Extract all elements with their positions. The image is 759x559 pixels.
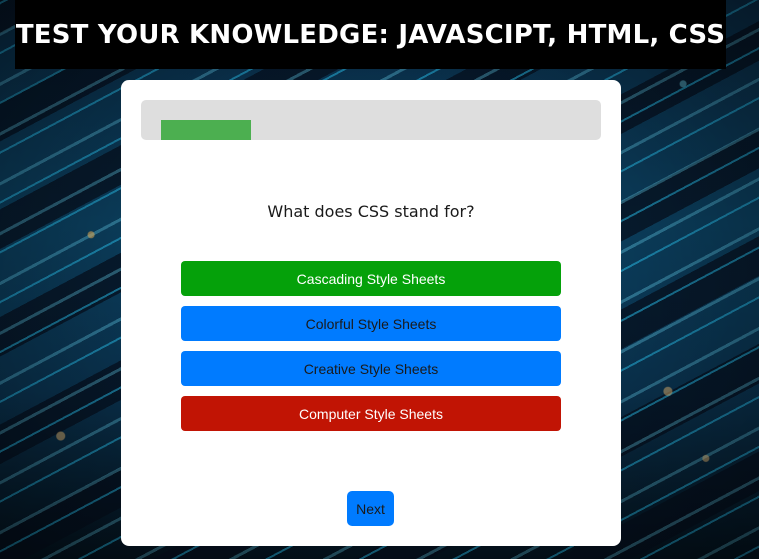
answer-button-3[interactable]: Creative Style Sheets bbox=[181, 351, 561, 386]
answer-button-2[interactable]: Colorful Style Sheets bbox=[181, 306, 561, 341]
question-text: What does CSS stand for? bbox=[267, 202, 475, 221]
answer-button-4[interactable]: Computer Style Sheets bbox=[181, 396, 561, 431]
progress-bar bbox=[141, 100, 601, 140]
answer-button-1[interactable]: Cascading Style Sheets bbox=[181, 261, 561, 296]
progress-bar-fill bbox=[161, 120, 251, 140]
quiz-card: What does CSS stand for? Cascading Style… bbox=[121, 80, 621, 546]
answer-list: Cascading Style Sheets Colorful Style Sh… bbox=[181, 261, 561, 441]
title-banner: TEST YOUR KNOWLEDGE: JAVASCIPT, HTML, CS… bbox=[15, 0, 726, 69]
next-button[interactable]: Next bbox=[347, 491, 394, 526]
page-title: TEST YOUR KNOWLEDGE: JAVASCIPT, HTML, CS… bbox=[15, 19, 726, 50]
